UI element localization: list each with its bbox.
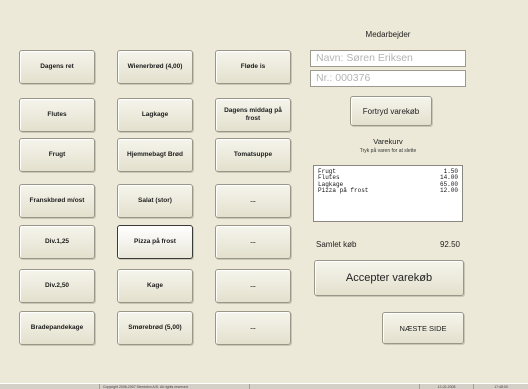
cart-item-price: 12.00 xyxy=(439,187,458,195)
product-button-empty[interactable]: ... xyxy=(215,269,291,303)
product-button-hjemmebagt-brod[interactable]: Hjemmebagt Brød xyxy=(117,138,193,172)
product-button-div-125[interactable]: Div.1,25 xyxy=(19,225,95,259)
status-copyright: Copyright 2006-2007 Stentofon A/S. All r… xyxy=(100,384,250,389)
cart-item-name: Pizza på frost xyxy=(318,187,369,195)
total-label: Samlet køb xyxy=(316,240,357,249)
product-button-flode-is[interactable]: Fløde is xyxy=(215,50,291,84)
cart-hint: Tryk på varen for at slette xyxy=(359,148,417,154)
product-button-frugt[interactable]: Frugt xyxy=(19,138,95,172)
cancel-purchase-button[interactable]: Fortryd varekøb xyxy=(350,96,432,126)
product-button-dagens-middag[interactable]: Dagens middag på frost xyxy=(215,98,291,132)
status-date: 12-02-2008 xyxy=(420,384,474,389)
product-button-smorebrod[interactable]: Smørebrød (5,00) xyxy=(117,311,193,345)
product-button-empty[interactable]: ... xyxy=(215,184,291,218)
status-bar: Copyright 2006-2007 Stentofon A/S. All r… xyxy=(0,383,528,389)
product-button-lagkage[interactable]: Lagkage xyxy=(117,98,193,132)
total-value: 92.50 xyxy=(439,240,460,249)
cart-item[interactable]: Pizza på frost 12.00 xyxy=(318,187,458,195)
product-button-flutes[interactable]: Flutes xyxy=(19,98,95,132)
status-cell-empty xyxy=(250,384,420,389)
cart-list[interactable]: Frugt 1.50 Flutes 14.00 Lagkage 65.00 Pi… xyxy=(313,165,463,222)
status-time: 17:48:00 xyxy=(494,384,508,389)
product-button-tomatsuppe[interactable]: Tomatsuppe xyxy=(215,138,291,172)
product-button-div-250[interactable]: Div.2,50 xyxy=(19,269,95,303)
product-button-empty[interactable]: ... xyxy=(215,225,291,259)
product-button-bradepandekage[interactable]: Bradepandekage xyxy=(19,311,95,345)
status-cell-empty xyxy=(0,384,100,389)
product-button-salat[interactable]: Salat (stor) xyxy=(117,184,193,218)
cart-title: Varekurv xyxy=(373,137,403,146)
product-button-pizza-pa-frost[interactable]: Pizza på frost xyxy=(117,225,193,259)
product-button-empty[interactable]: ... xyxy=(215,311,291,345)
product-button-wienerbrod[interactable]: Wienerbrød (4,00) xyxy=(117,50,193,84)
product-button-franskbrod[interactable]: Franskbrød m/ost xyxy=(19,184,95,218)
pos-window: Dagens ret Flutes Frugt Franskbrød m/ost… xyxy=(0,0,528,383)
next-page-button[interactable]: NÆSTE SIDE xyxy=(382,312,464,344)
accept-purchase-button[interactable]: Accepter varekøb xyxy=(314,260,464,296)
employee-heading: Medarbejder xyxy=(365,30,411,39)
employee-number-field[interactable]: Nr.: 000376 xyxy=(310,70,466,87)
product-button-dagens-ret[interactable]: Dagens ret xyxy=(19,50,95,84)
product-button-kage[interactable]: Kage xyxy=(117,269,193,303)
employee-name-field[interactable]: Navn: Søren Eriksen xyxy=(310,50,466,67)
